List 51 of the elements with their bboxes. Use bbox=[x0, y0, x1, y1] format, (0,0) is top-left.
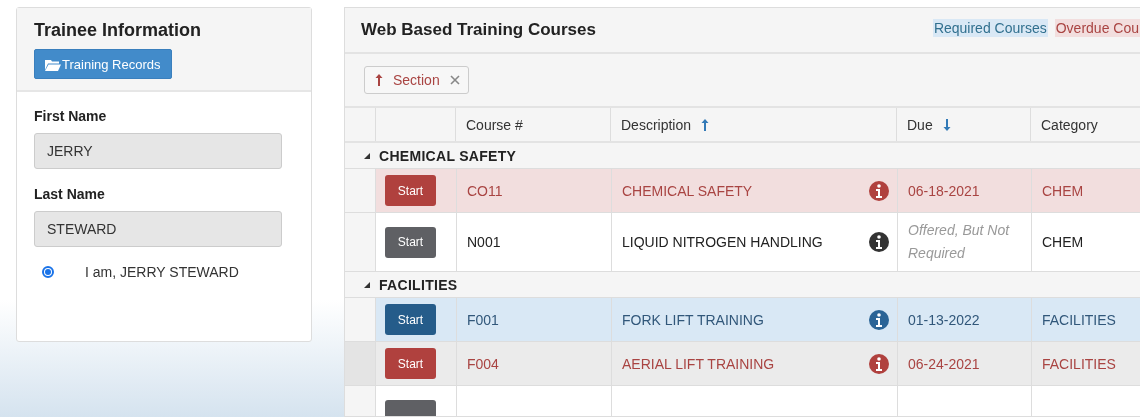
radio-label: I am, JERRY STEWARD bbox=[85, 264, 239, 280]
training-records-button[interactable]: Training Records bbox=[34, 49, 172, 79]
input-field[interactable]: STEWARD bbox=[34, 211, 282, 247]
radio-button[interactable] bbox=[42, 266, 54, 278]
field-label: First Name bbox=[34, 108, 108, 124]
legend-tag: Overdue Cou bbox=[1054, 19, 1140, 37]
table-cell: F001 bbox=[467, 311, 499, 328]
info-icon[interactable] bbox=[869, 232, 889, 252]
field-label: Last Name bbox=[34, 186, 106, 202]
table-cell: CHEM bbox=[1042, 234, 1084, 250]
start-button[interactable]: Start bbox=[385, 226, 436, 258]
input-field[interactable]: JERRY bbox=[34, 133, 282, 169]
table-cell: 06-18-2021 bbox=[908, 182, 980, 199]
collapse-icon[interactable] bbox=[363, 280, 371, 289]
chip-label: Section bbox=[393, 72, 440, 88]
legend-tag: Required Courses bbox=[932, 19, 1048, 37]
column-header[interactable]: Course # bbox=[455, 108, 610, 141]
info-icon[interactable] bbox=[869, 309, 889, 330]
folder-icon bbox=[45, 57, 61, 71]
table-row[interactable]: Start N001 LIQUID NITROGEN HANDLING Offered, But Not Required CHEM bbox=[375, 213, 1140, 271]
table-cell: N001 bbox=[467, 234, 501, 250]
start-button[interactable]: Start bbox=[385, 348, 436, 379]
close-icon[interactable] bbox=[449, 75, 460, 85]
table-cell: 06-24-2021 bbox=[908, 355, 980, 372]
group-name: FACILITIES bbox=[379, 276, 458, 293]
table-row[interactable]: Start F001 FORK LIFT TRAINING 01-13-2022 FACILITIES bbox=[375, 298, 1140, 341]
table-cell: 01-13-2022 bbox=[908, 311, 980, 328]
table-cell: CHEMICAL SAFETY bbox=[622, 182, 753, 199]
table-cell-text: Offered, But Not Required bbox=[908, 221, 1011, 263]
table-cell: F004 bbox=[467, 355, 499, 372]
group-chip[interactable]: Section bbox=[364, 66, 469, 94]
column-header[interactable]: Category bbox=[1030, 108, 1140, 141]
column-header[interactable]: Due bbox=[896, 108, 1030, 141]
group-name: CHEMICAL SAFETY bbox=[379, 147, 517, 164]
start-button[interactable]: Start bbox=[385, 304, 436, 335]
table-cell: LIQUID NITROGEN HANDLING bbox=[622, 234, 823, 250]
table-cell: CO11 bbox=[467, 182, 503, 199]
table-cell: AERIAL LIFT TRAINING bbox=[622, 355, 775, 372]
table-row[interactable]: Start CO11 CHEMICAL SAFETY 06-18-2021 CHEM bbox=[375, 169, 1140, 212]
table-cell: FORK LIFT TRAINING bbox=[622, 311, 764, 328]
table-cell: FACILITIES bbox=[1042, 311, 1116, 328]
info-icon[interactable] bbox=[869, 353, 889, 374]
panel-title: Trainee Information bbox=[34, 20, 203, 41]
table-cell: CHEM bbox=[1042, 182, 1084, 199]
start-button[interactable]: Start bbox=[385, 175, 436, 206]
column-header[interactable]: Description bbox=[610, 108, 896, 141]
table-cell: FACILITIES bbox=[1042, 355, 1116, 372]
collapse-icon[interactable] bbox=[363, 151, 371, 160]
panel-title: Web Based Training Courses bbox=[361, 20, 596, 40]
info-icon[interactable] bbox=[869, 180, 889, 201]
table-row[interactable]: Start F004 AERIAL LIFT TRAINING 06-24-2021 FACILITIES bbox=[375, 342, 1140, 385]
